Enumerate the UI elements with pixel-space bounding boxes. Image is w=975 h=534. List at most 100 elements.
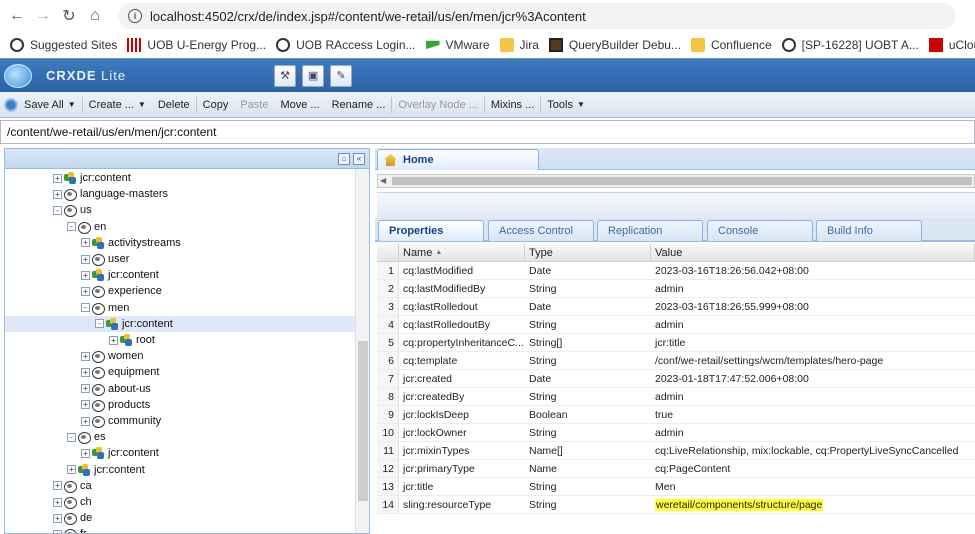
rename-button[interactable]: Rename ... bbox=[326, 99, 392, 111]
expand-icon[interactable]: + bbox=[81, 238, 90, 248]
table-row[interactable]: 14 sling:resourceType String weretail/compo… bbox=[377, 496, 975, 514]
tree-node[interactable]: + ca bbox=[5, 478, 356, 494]
bookmark-item[interactable]: QueryBuilder Debu... bbox=[548, 38, 681, 52]
property-value-cell[interactable]: cq:PageContent bbox=[651, 460, 975, 477]
package-icon[interactable]: ▣ bbox=[302, 64, 325, 87]
collapse-icon[interactable]: - bbox=[67, 432, 76, 442]
expand-icon[interactable]: + bbox=[53, 513, 62, 523]
property-value-cell[interactable]: admin bbox=[651, 316, 975, 333]
property-value-cell[interactable]: admin bbox=[651, 388, 975, 405]
expand-icon[interactable]: + bbox=[67, 465, 76, 475]
tab-build-info[interactable]: Build Info bbox=[816, 220, 922, 241]
tree-node[interactable]: + jcr:content bbox=[5, 445, 356, 461]
tree-node[interactable]: + products bbox=[5, 397, 356, 413]
expand-icon[interactable]: + bbox=[81, 286, 90, 296]
tree-node[interactable]: + jcr:content bbox=[5, 267, 356, 283]
bookmark-item[interactable]: VMware bbox=[425, 38, 490, 52]
collapse-icon[interactable]: - bbox=[95, 319, 104, 329]
tree-node[interactable]: - us bbox=[5, 202, 356, 218]
move-button[interactable]: Move ... bbox=[274, 99, 325, 111]
site-info-icon[interactable]: i bbox=[128, 9, 142, 23]
tools-wrench-icon[interactable]: ⚒ bbox=[274, 64, 297, 87]
scroll-left-icon[interactable]: ◀ bbox=[380, 176, 386, 185]
save-all-button[interactable]: Save All ▼ bbox=[18, 99, 82, 111]
expand-icon[interactable]: + bbox=[81, 448, 90, 458]
tree-node[interactable]: - men bbox=[5, 300, 356, 316]
bookmark-item[interactable]: uCloud bbox=[928, 38, 975, 52]
table-row[interactable]: 1 cq:lastModified Date 2023-03-16T18:26:56.… bbox=[377, 262, 975, 280]
table-row[interactable]: 7 jcr:created Date 2023-01-18T17:47:52.006+… bbox=[377, 370, 975, 388]
table-row[interactable]: 4 cq:lastRolledoutBy String admin bbox=[377, 316, 975, 334]
tools-menu-button[interactable]: Tools ▼ bbox=[541, 99, 591, 111]
path-input[interactable]: /content/we-retail/us/en/men/jcr:content bbox=[0, 120, 975, 144]
delete-button[interactable]: Delete bbox=[152, 99, 196, 111]
tree-node[interactable]: + about-us bbox=[5, 381, 356, 397]
tab-replication[interactable]: Replication bbox=[597, 220, 703, 241]
table-row[interactable]: 13 jcr:title String Men bbox=[377, 478, 975, 496]
property-value-cell[interactable]: 2023-03-16T18:26:56.042+08:00 bbox=[651, 262, 975, 279]
table-row[interactable]: 6 cq:template String/conf/we-retail/settin… bbox=[377, 352, 975, 370]
expand-icon[interactable]: + bbox=[81, 416, 90, 426]
expand-icon[interactable]: + bbox=[81, 384, 90, 394]
bookmark-item[interactable]: UOB RAccess Login... bbox=[276, 38, 416, 52]
tab-home[interactable]: Home bbox=[377, 149, 539, 170]
tree-refresh-icon[interactable]: ⌂ bbox=[338, 152, 350, 165]
expand-icon[interactable]: + bbox=[53, 529, 62, 533]
tree-node[interactable]: + user bbox=[5, 251, 356, 267]
property-value-cell[interactable]: 2023-03-16T18:26:55.999+08:00 bbox=[651, 298, 975, 315]
tree-node[interactable]: + language-masters bbox=[5, 186, 356, 202]
tree-node[interactable]: + jcr:content bbox=[5, 462, 356, 478]
property-value-cell[interactable]: /conf/we-retail/settings/wcm/templates/h… bbox=[651, 352, 975, 369]
tree-node[interactable]: - en bbox=[5, 219, 356, 235]
table-row[interactable]: 2 cq:lastModifiedBy String admin bbox=[377, 280, 975, 298]
collapse-panel-icon[interactable]: « bbox=[353, 152, 365, 165]
tab-properties[interactable]: Properties bbox=[378, 220, 484, 241]
expand-icon[interactable]: + bbox=[81, 367, 90, 377]
tab-console[interactable]: Console bbox=[707, 220, 813, 241]
expand-icon[interactable]: + bbox=[53, 481, 62, 491]
property-value-cell[interactable]: weretail/components/structure/page bbox=[651, 496, 975, 513]
tree-scroll-thumb[interactable] bbox=[358, 341, 368, 501]
property-value-cell[interactable]: admin bbox=[651, 424, 975, 441]
table-row[interactable]: 10 jcr:lockOwner String admin bbox=[377, 424, 975, 442]
back-icon[interactable]: ← bbox=[4, 3, 30, 29]
reload-icon[interactable]: ↻ bbox=[56, 3, 82, 29]
expand-icon[interactable]: + bbox=[81, 270, 90, 280]
expand-icon[interactable]: + bbox=[81, 351, 90, 361]
property-value-cell[interactable]: jcr:title bbox=[651, 334, 975, 351]
tab-access-control[interactable]: Access Control bbox=[488, 220, 594, 241]
column-header-type[interactable]: Type bbox=[525, 244, 651, 261]
collapse-icon[interactable]: - bbox=[53, 205, 62, 215]
copy-button[interactable]: Copy bbox=[197, 99, 235, 111]
tools-box-icon[interactable]: ✎ bbox=[330, 64, 353, 87]
table-row[interactable]: 5 cq:propertyInheritanceC... String[] jcr:t… bbox=[377, 334, 975, 352]
expand-icon[interactable]: + bbox=[81, 254, 90, 264]
collapse-icon[interactable]: - bbox=[67, 222, 76, 232]
home-horizontal-scrollbar[interactable]: ◀ bbox=[377, 174, 975, 188]
home-icon[interactable]: ⌂ bbox=[82, 3, 108, 29]
property-value-cell[interactable]: 2023-01-18T17:47:52.006+08:00 bbox=[651, 370, 975, 387]
expand-icon[interactable]: + bbox=[53, 173, 62, 183]
bookmark-item[interactable]: [SP-16228] UOBT A... bbox=[781, 38, 919, 52]
tree-node[interactable]: + women bbox=[5, 348, 356, 364]
property-value-cell[interactable]: Men bbox=[651, 478, 975, 495]
property-value-cell[interactable]: admin bbox=[651, 280, 975, 297]
table-row[interactable]: 9 jcr:lockIsDeep Boolean true bbox=[377, 406, 975, 424]
collapse-icon[interactable]: - bbox=[81, 303, 90, 313]
bookmark-item[interactable]: UOB U-Energy Prog... bbox=[127, 38, 266, 52]
bookmark-item[interactable]: Suggested Sites bbox=[10, 38, 117, 52]
scroll-thumb[interactable] bbox=[392, 177, 972, 185]
mixins-button[interactable]: Mixins ... bbox=[485, 99, 540, 111]
table-row[interactable]: 3 cq:lastRolledout Date 2023-03-16T18:26:55… bbox=[377, 298, 975, 316]
tree-node[interactable]: + de bbox=[5, 510, 356, 526]
tree-node[interactable]: + community bbox=[5, 413, 356, 429]
column-header-value[interactable]: Value bbox=[651, 244, 975, 261]
bookmark-item[interactable]: Jira bbox=[499, 38, 539, 52]
tree-node[interactable]: + activitystreams bbox=[5, 235, 356, 251]
tree-node[interactable]: - jcr:content bbox=[5, 315, 356, 332]
bookmark-item[interactable]: Confluence bbox=[690, 38, 772, 52]
property-value-cell[interactable]: true bbox=[651, 406, 975, 423]
table-row[interactable]: 8 jcr:createdBy String admin bbox=[377, 388, 975, 406]
address-input[interactable]: i localhost:4502/crx/de/index.jsp#/conte… bbox=[118, 3, 956, 29]
tree-node[interactable]: + fr bbox=[5, 526, 356, 533]
